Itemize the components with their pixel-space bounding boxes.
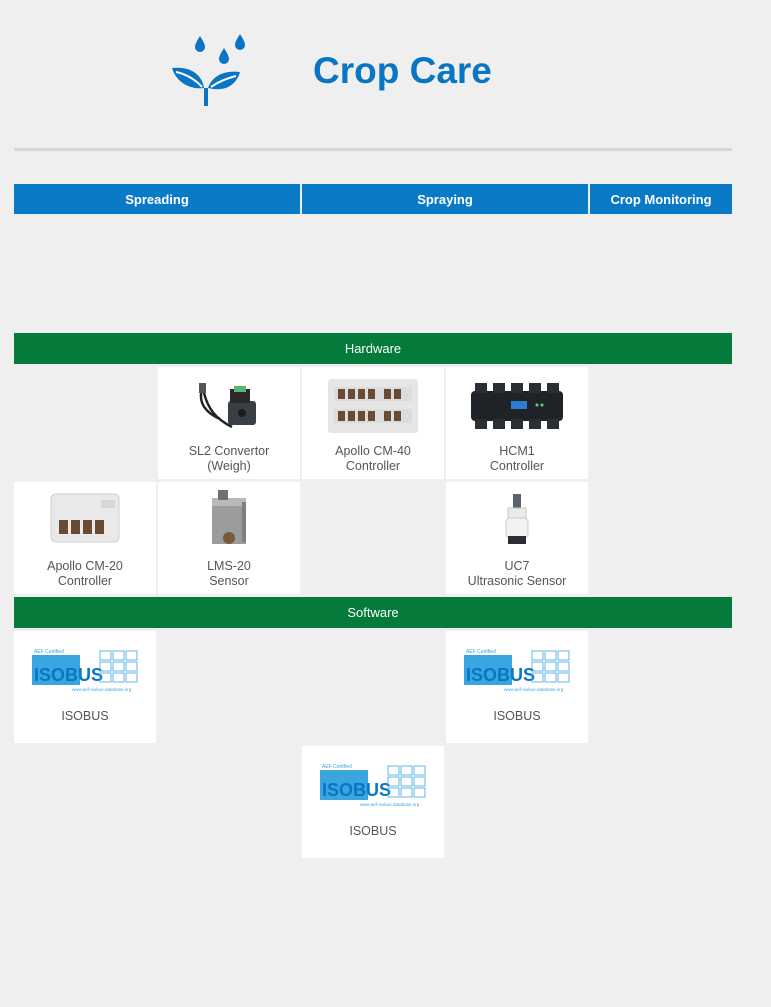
product-type: (Weigh): [207, 459, 251, 473]
product-name: LMS-20: [207, 559, 251, 573]
apollo-cm40-image: [328, 379, 418, 433]
svg-text:AEF Certified: AEF Certified: [466, 649, 496, 655]
software-name: ISOBUS: [493, 709, 541, 723]
software-card-isobus[interactable]: AEF Certified ISOBUS www.aef-isobus-data…: [446, 631, 588, 743]
product-type: Controller: [489, 459, 545, 473]
product-card-uc7[interactable]: UC7 Ultrasonic Sensor: [446, 482, 588, 594]
product-card-hcm1[interactable]: HCM1 Controller: [446, 367, 588, 479]
product-type: Sensor: [209, 574, 249, 588]
product-name: Apollo CM-40: [335, 444, 411, 458]
isobus-logo: AEF Certified ISOBUS www.aef-isobus-data…: [464, 649, 570, 692]
uc7-image: [505, 494, 529, 544]
header-divider: [14, 148, 732, 151]
product-name: SL2 Convertor: [188, 444, 270, 458]
product-name: HCM1: [499, 444, 535, 458]
product-type: Ultrasonic Sensor: [467, 574, 567, 588]
apollo-cm20-image: [50, 493, 120, 543]
product-card-lms20[interactable]: LMS-20 Sensor: [158, 482, 300, 594]
svg-text:ISOBUS: ISOBUS: [34, 665, 103, 685]
svg-text:ISOBUS: ISOBUS: [466, 665, 535, 685]
svg-text:ISOBUS: ISOBUS: [322, 780, 391, 800]
software-card-isobus[interactable]: AEF Certified ISOBUS www.aef-isobus-data…: [302, 746, 444, 858]
product-type: Controller: [345, 459, 401, 473]
svg-text:www.aef-isobus-database.org: www.aef-isobus-database.org: [72, 687, 132, 692]
sl2-convertor-image: [199, 383, 256, 429]
product-card-apollo-cm40[interactable]: Apollo CM-40 Controller: [302, 367, 444, 479]
tab-spraying[interactable]: Spraying: [302, 184, 588, 214]
page-title: Crop Care: [313, 50, 492, 91]
tab-spreading[interactable]: Spreading: [14, 184, 300, 214]
isobus-logo: AEF Certified ISOBUS www.aef-isobus-data…: [320, 764, 426, 807]
software-name: ISOBUS: [349, 824, 397, 838]
product-card-apollo-cm20[interactable]: Apollo CM-20 Controller: [14, 482, 156, 594]
svg-text:AEF Certified: AEF Certified: [322, 764, 352, 770]
svg-text:www.aef-isobus-database.org: www.aef-isobus-database.org: [504, 687, 564, 692]
isobus-logo: AEF Certified ISOBUS www.aef-isobus-data…: [32, 649, 138, 692]
product-type: Controller: [57, 574, 113, 588]
product-name: UC7: [504, 559, 530, 573]
software-card-isobus[interactable]: AEF Certified ISOBUS www.aef-isobus-data…: [14, 631, 156, 743]
section-hardware: Hardware: [14, 333, 732, 364]
software-name: ISOBUS: [61, 709, 109, 723]
lms20-image: [212, 490, 246, 544]
empty-cell: [302, 482, 444, 594]
product-card-sl2-convertor[interactable]: SL2 Convertor (Weigh): [158, 367, 300, 479]
droplets-and-sprout-icon: [172, 34, 245, 106]
tab-crop-monitoring[interactable]: Crop Monitoring: [590, 184, 732, 214]
svg-text:AEF Certified: AEF Certified: [34, 649, 64, 655]
product-name: Apollo CM-20: [47, 559, 123, 573]
section-software: Software: [14, 597, 732, 628]
hcm1-image: [471, 383, 563, 429]
svg-text:www.aef-isobus-database.org: www.aef-isobus-database.org: [360, 802, 420, 807]
page-header: Crop Care: [0, 0, 771, 140]
